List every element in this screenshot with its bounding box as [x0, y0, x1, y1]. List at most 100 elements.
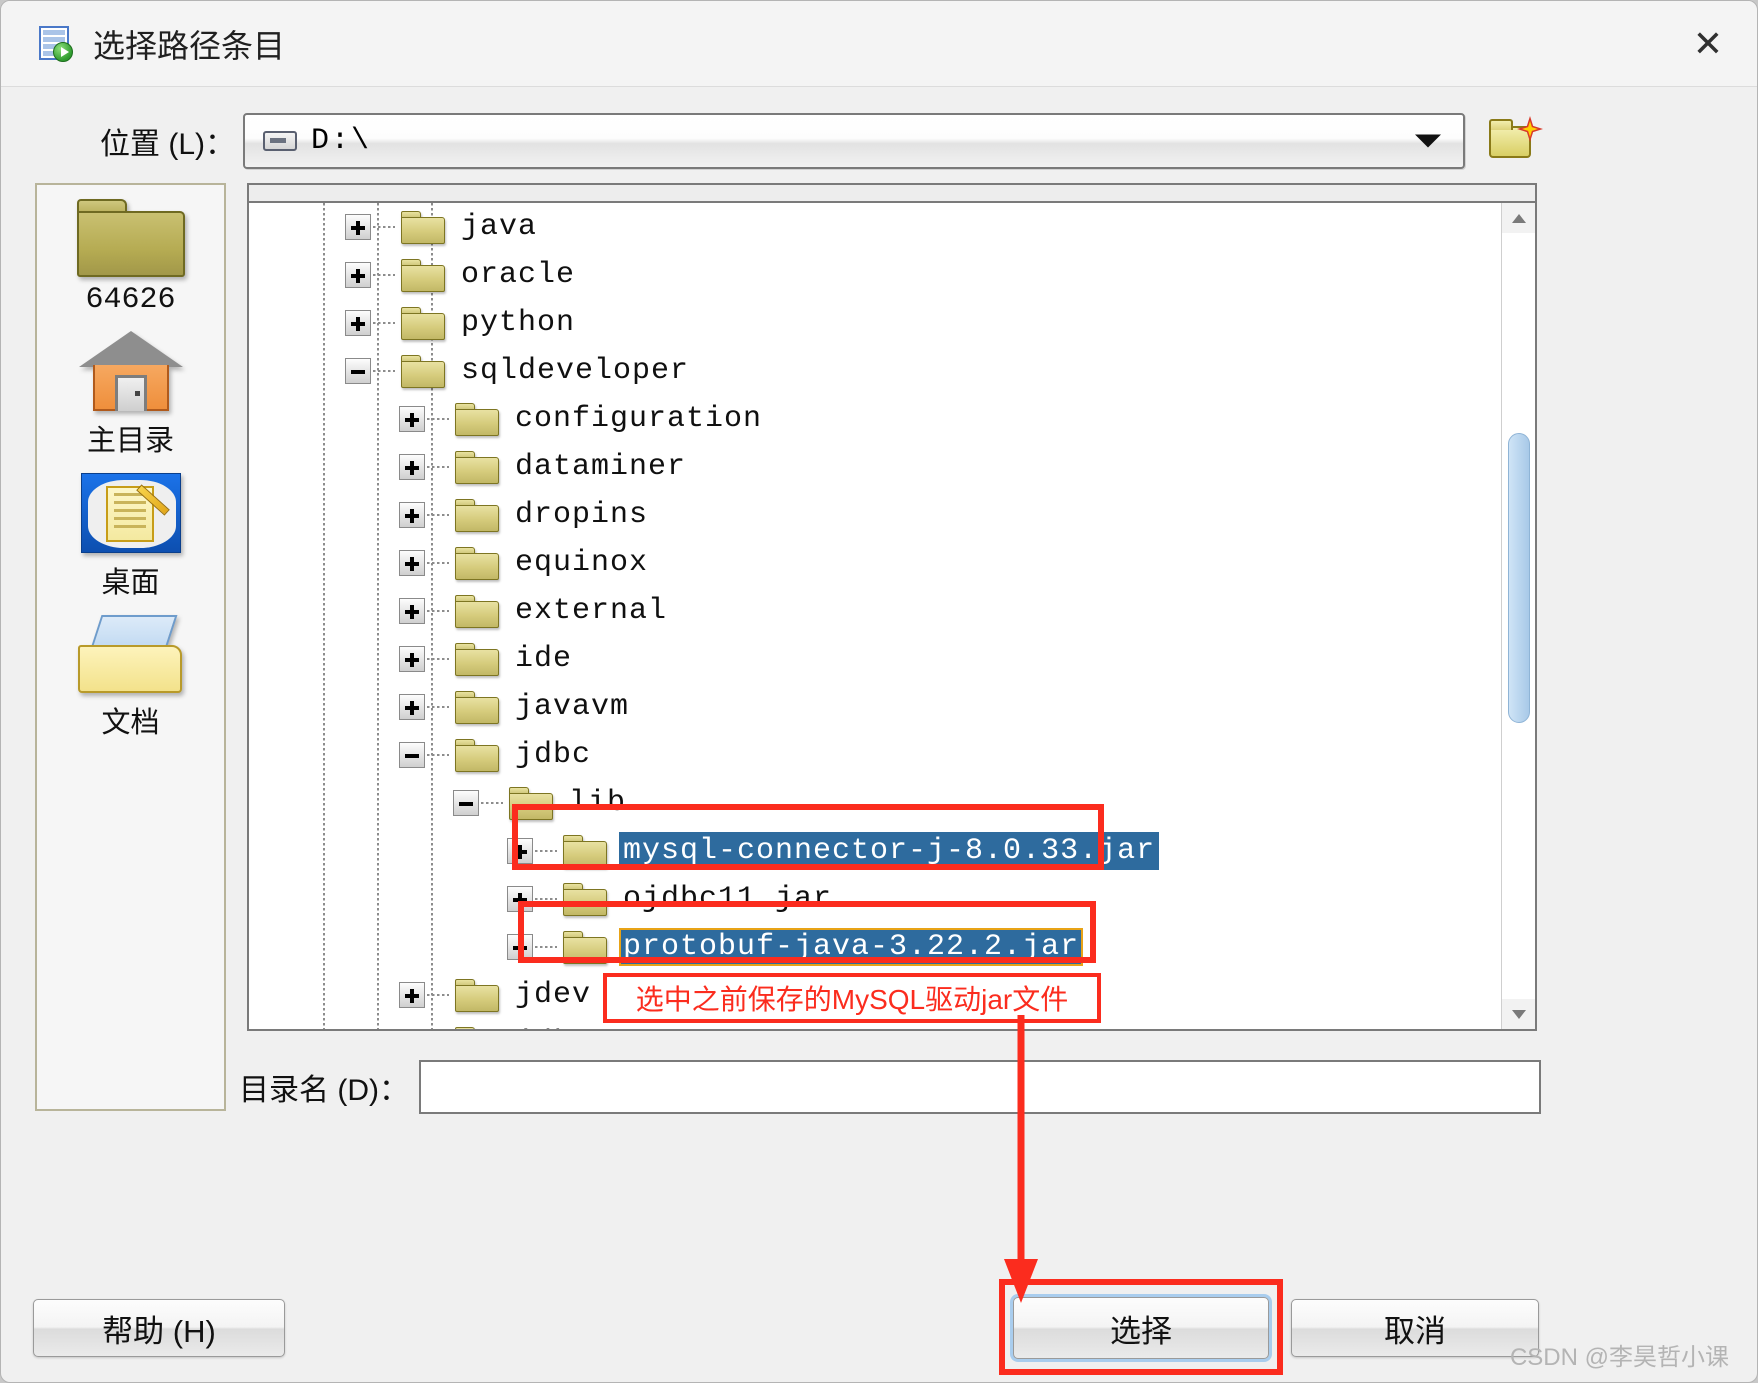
new-folder-icon[interactable] [1487, 116, 1543, 166]
folder-icon [401, 354, 445, 388]
dirname-label: 目录名 (D)： [239, 1074, 409, 1107]
sidebar-item-label: 64626 [85, 283, 176, 317]
folder-icon [563, 930, 607, 964]
folder-icon [455, 738, 499, 772]
tree-header [249, 185, 1535, 203]
tree-row-label: jdbc [515, 738, 592, 772]
sidebar-item-desktop[interactable]: 桌面 [37, 459, 224, 601]
tree-row[interactable]: ojdbc11.jar [249, 875, 1535, 923]
tree-connector [373, 370, 395, 372]
expand-toggle-icon[interactable] [345, 262, 371, 288]
folder-icon [563, 834, 607, 868]
tree-connector [427, 658, 449, 660]
directory-tree-panel[interactable]: java oracle python sqldeveloper configuratio… [247, 183, 1537, 1031]
cancel-button[interactable]: 取消 [1291, 1299, 1539, 1357]
tree-connector [481, 802, 503, 804]
tree-row[interactable]: external [249, 587, 1535, 635]
tree-row-label: sqldeveloper [461, 354, 690, 388]
shortcuts-sidebar: 64626 主目录 桌面 文档 [35, 183, 226, 1111]
tree-connector [427, 418, 449, 420]
tree-connector [427, 754, 449, 756]
folder-icon [509, 786, 553, 820]
tree-connector [535, 946, 557, 948]
expand-toggle-icon[interactable] [345, 214, 371, 240]
table-run-icon [37, 24, 77, 64]
tree-row[interactable]: java [249, 203, 1535, 251]
scroll-up-icon[interactable] [1502, 203, 1535, 233]
tree-row[interactable]: python [249, 299, 1535, 347]
expand-toggle-icon[interactable] [399, 1030, 425, 1031]
folder-icon [455, 978, 499, 1012]
sidebar-item-home[interactable]: 主目录 [37, 317, 224, 459]
tree-row-label: configuration [515, 402, 763, 436]
sidebar-item-64626[interactable]: 64626 [37, 185, 224, 317]
tree-connector [427, 514, 449, 516]
tree-row[interactable]: sqldeveloper [249, 347, 1535, 395]
tree-connector [373, 226, 395, 228]
tree-vertical-scrollbar[interactable] [1501, 203, 1535, 1029]
folder-icon [455, 690, 499, 724]
folder-icon [563, 882, 607, 916]
tree-row-label: ojdbc11.jar [623, 882, 833, 916]
tree-row-label: ide [515, 642, 573, 676]
tree-row[interactable]: jdbc [249, 731, 1535, 779]
tree-row-label: oracle [461, 258, 576, 292]
folder-icon [455, 402, 499, 436]
tree-connector [427, 562, 449, 564]
tree-connector [373, 274, 395, 276]
tree-row[interactable]: ide [249, 635, 1535, 683]
expand-toggle-icon[interactable] [399, 694, 425, 720]
tree-row[interactable]: oracle [249, 251, 1535, 299]
tree-connector [427, 706, 449, 708]
folder-icon [76, 199, 185, 277]
tree-rows-container[interactable]: java oracle python sqldeveloper configuratio… [249, 203, 1535, 1031]
tree-row[interactable]: javavm [249, 683, 1535, 731]
expand-toggle-icon[interactable] [399, 454, 425, 480]
tree-row[interactable]: dropins [249, 491, 1535, 539]
collapse-toggle-icon[interactable] [399, 742, 425, 768]
expand-toggle-icon[interactable] [399, 502, 425, 528]
tree-row[interactable]: configuration [249, 395, 1535, 443]
close-icon[interactable]: ✕ [1683, 19, 1733, 69]
collapse-toggle-icon[interactable] [345, 358, 371, 384]
tree-row[interactable]: equinox [249, 539, 1535, 587]
expand-toggle-icon[interactable] [399, 406, 425, 432]
folder-icon [455, 498, 499, 532]
tree-row[interactable]: lib [249, 779, 1535, 827]
folder-icon [455, 450, 499, 484]
tree-row-label: python [461, 306, 576, 340]
dirname-input[interactable] [419, 1060, 1541, 1114]
expand-toggle-icon[interactable] [399, 982, 425, 1008]
collapse-toggle-icon[interactable] [453, 790, 479, 816]
file-chooser-dialog: 选择路径条目 ✕ 位置 (L)： D:\ 64626 主目录 桌面 文档 jav… [0, 0, 1758, 1383]
tree-row[interactable]: mysql-connector-j-8.0.33.jar [249, 827, 1535, 875]
scroll-down-icon[interactable] [1502, 999, 1535, 1029]
expand-toggle-icon[interactable] [507, 838, 533, 864]
tree-row[interactable]: protobuf-java-3.22.2.jar [249, 923, 1535, 971]
tree-row[interactable]: dataminer [249, 443, 1535, 491]
expand-toggle-icon[interactable] [399, 598, 425, 624]
expand-toggle-icon[interactable] [399, 550, 425, 576]
folder-icon [455, 1026, 499, 1029]
chevron-down-icon[interactable] [1415, 134, 1441, 148]
location-combobox[interactable]: D:\ [243, 113, 1465, 169]
tree-row-label: external [515, 594, 668, 628]
tree-row-label: dataminer [515, 450, 687, 484]
expand-toggle-icon[interactable] [399, 646, 425, 672]
tree-row-label: mysql-connector-j-8.0.33.jar [619, 832, 1160, 870]
folder-icon [401, 258, 445, 292]
scrollbar-thumb[interactable] [1508, 433, 1530, 723]
help-button[interactable]: 帮助 (H) [33, 1299, 285, 1357]
location-label: 位置 (L)： [100, 128, 235, 161]
dirname-row: 目录名 (D)： [1, 1047, 1757, 1127]
tree-connector [427, 994, 449, 996]
location-value: D:\ [311, 124, 372, 158]
expand-toggle-icon[interactable] [507, 886, 533, 912]
folder-icon [455, 594, 499, 628]
expand-toggle-icon[interactable] [507, 934, 533, 960]
documents-icon [77, 615, 184, 693]
expand-toggle-icon[interactable] [345, 310, 371, 336]
desktop-icon [80, 473, 181, 553]
sidebar-item-documents[interactable]: 文档 [37, 601, 224, 741]
select-button[interactable]: 选择 [1013, 1297, 1269, 1359]
